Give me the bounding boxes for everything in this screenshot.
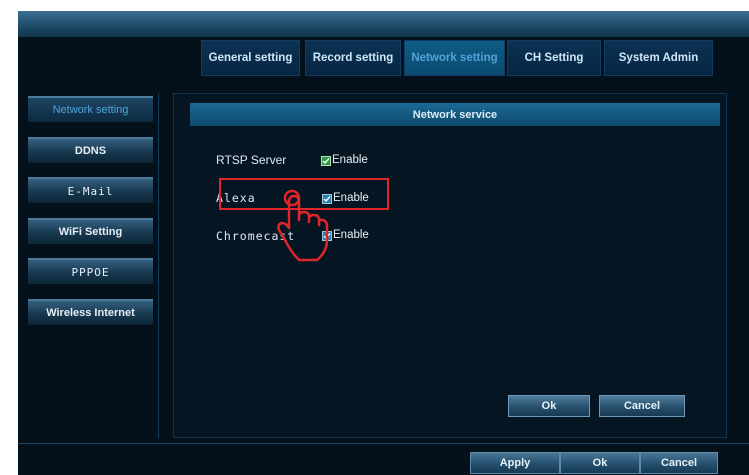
rtsp-server-checkbox[interactable] [321,156,331,166]
chromecast-enable-label: Enable [333,229,369,241]
panel-cancel-button[interactable]: Cancel [599,395,685,417]
sidebar-item-wireless-internet[interactable]: Wireless Internet [28,299,153,325]
apply-button[interactable]: Apply [470,452,560,474]
tab-system-admin[interactable]: System Admin [604,40,713,76]
sidebar-divider [158,93,159,438]
bottom-divider [18,443,749,444]
top-bar [18,11,749,37]
rtsp-server-label: RTSP Server [216,153,287,167]
tab-network-setting[interactable]: Network setting [404,40,505,76]
tab-general-setting[interactable]: General setting [201,40,300,76]
checkmark-icon [322,158,330,165]
cancel-button[interactable]: Cancel [640,452,718,474]
sidebar-item-ddns[interactable]: DDNS [28,137,153,163]
pointing-hand-icon [277,189,329,262]
dvr-screen: General setting Record setting Network s… [18,11,749,475]
sidebar-item-pppoe[interactable]: PPPOE [28,258,153,284]
tab-record-setting[interactable]: Record setting [305,40,401,76]
tab-ch-setting[interactable]: CH Setting [507,40,601,76]
network-service-panel: Network service RTSP Server Enable Alexa… [173,93,727,438]
sidebar-item-network-setting[interactable]: Network setting [28,96,153,122]
sidebar-item-wifi-setting[interactable]: WiFi Setting [28,218,153,244]
ok-button[interactable]: Ok [560,452,640,474]
rtsp-server-enable-label: Enable [332,154,368,166]
panel-title: Network service [190,103,720,126]
sidebar-item-email[interactable]: E-Mail [28,177,153,203]
panel-ok-button[interactable]: Ok [508,395,590,417]
